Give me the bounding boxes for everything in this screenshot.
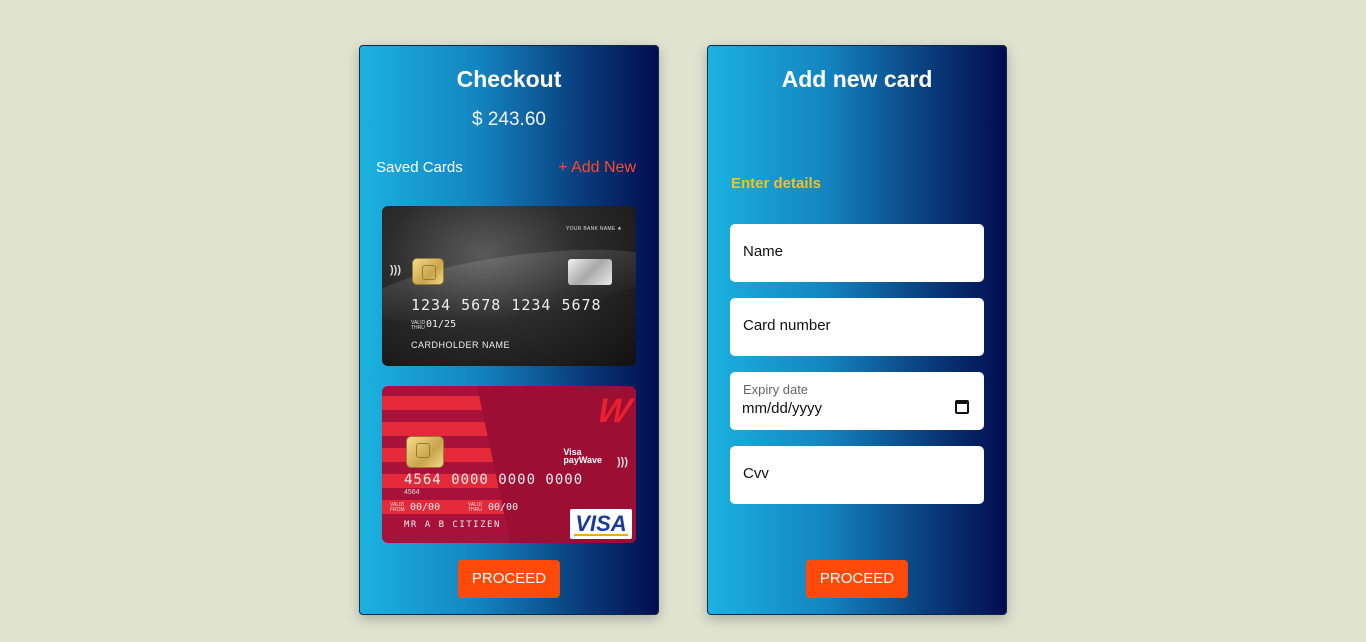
cvv-placeholder: Cvv (743, 465, 769, 482)
card-bank-name: YOUR BANK NAME ★ (566, 226, 622, 232)
expiry-date-placeholder: mm/dd/yyyy (742, 400, 823, 417)
card-chip-icon (406, 436, 444, 468)
card-stripe (382, 396, 492, 410)
card-hologram-icon (568, 259, 612, 285)
card-expiry: 01/25 (426, 319, 457, 330)
add-card-proceed-button[interactable]: PROCEED (805, 560, 909, 598)
card-holder-name: MR A B CITIZEN (404, 520, 501, 530)
calendar-icon[interactable] (955, 400, 969, 414)
contactless-icon: ))) (617, 456, 628, 468)
card-number: 1234 5678 1234 5678 (411, 296, 602, 314)
saved-cards-label: Saved Cards (376, 159, 463, 176)
checkout-proceed-button[interactable]: PROCEED (457, 560, 561, 598)
add-new-card-link[interactable]: + Add New (558, 159, 636, 177)
valid-thru-label: VALID THRU (468, 502, 483, 513)
valid-from-label: VALID FROM (390, 502, 405, 513)
expiry-date-label: Expiry date (743, 382, 809, 397)
card-number-placeholder: Card number (743, 317, 831, 334)
paywave-label: payWave (563, 455, 602, 465)
checkout-panel: Checkout $ 243.60 Saved Cards + Add New … (359, 45, 659, 615)
name-field[interactable]: Name (730, 224, 984, 282)
saved-card-black[interactable]: YOUR BANK NAME ★ ))) 1234 5678 1234 5678… (382, 206, 636, 366)
cvv-field[interactable]: Cvv (730, 446, 984, 504)
card-holder-name: CARDHOLDER NAME (411, 340, 511, 350)
name-placeholder: Name (743, 243, 784, 260)
card-valid-from: 00/00 (410, 502, 441, 513)
add-card-title: Add new card (781, 66, 933, 92)
valid-thru-label: VALID THRU (411, 320, 426, 331)
checkout-title: Checkout (456, 66, 562, 92)
expiry-date-field[interactable]: Expiry date mm/dd/yyyy (730, 372, 984, 430)
card-stripe (382, 422, 497, 436)
card-chip-icon (412, 258, 444, 285)
card-number-field[interactable]: Card number (730, 298, 984, 356)
saved-card-red[interactable]: W Visa payWave ))) 4564 0000 0000 0000 4… (382, 386, 636, 543)
paywave-logo: Visa payWave (563, 448, 602, 465)
visa-logo-text: VISA (575, 511, 627, 536)
visa-logo: VISA (570, 509, 632, 539)
enter-details-label: Enter details (731, 175, 822, 192)
card-number: 4564 0000 0000 0000 (404, 472, 584, 488)
contactless-icon: ))) (390, 264, 401, 276)
checkout-amount: $ 243.60 (472, 109, 546, 130)
add-card-panel: Add new card Enter details Name Card num… (707, 45, 1007, 615)
card-valid-thru: 00/00 (488, 502, 519, 513)
card-number-small: 4564 (404, 489, 420, 496)
